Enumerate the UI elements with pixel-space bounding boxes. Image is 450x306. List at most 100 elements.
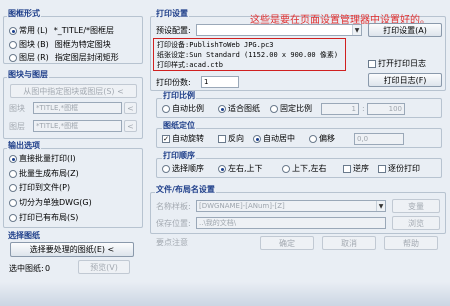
name-template-input[interactable]: [DWGNAME]-[ANum]-[Z] ▼: [196, 200, 386, 212]
radio-common[interactable]: 常用 (L) *_TITLE/*图框层: [9, 26, 114, 36]
offset-input[interactable]: 0,0: [354, 133, 404, 145]
plot-info-box: 打印设备:PublishToWeb JPG.pc3 纸张设定:Sun Stand…: [153, 38, 346, 71]
radio-common-value: *_TITLE/*图框层: [53, 26, 115, 35]
copies-input[interactable]: 1: [201, 76, 239, 88]
radio-tb-lr[interactable]: 上下,左右: [282, 164, 327, 174]
reverse-order-label: 逆序: [353, 164, 369, 173]
selected-drawings-label: 选中图纸:: [9, 264, 44, 273]
radio-tb-lr-dot[interactable]: [282, 165, 290, 173]
variables-button[interactable]: 变量: [392, 199, 440, 213]
reverse-order-checkbox-box[interactable]: [343, 165, 351, 173]
ok-button[interactable]: 确定: [260, 236, 314, 250]
select-group-title: 选择图纸: [8, 231, 40, 240]
preset-select[interactable]: ▼: [196, 24, 362, 36]
radio-offset-label: 偏移: [319, 134, 335, 143]
scale-right-input[interactable]: 100: [367, 103, 405, 115]
radio-split-dwg-dot[interactable]: [9, 199, 17, 207]
print-settings-button[interactable]: 打印设置(A): [368, 23, 442, 37]
batch-plot-dialog: 图框形式 常用 (L) *_TITLE/*图框层 图块 (B) 图框为特定图块 …: [0, 0, 450, 306]
radio-lr-tb-label: 左右,上下: [228, 164, 263, 173]
scale-left-value: 1: [351, 105, 356, 113]
open-log-checkbox-label: 打开打印日志: [378, 59, 426, 68]
radio-auto-scale[interactable]: 自动比例: [162, 104, 204, 114]
dialog-bottom-edge: [0, 282, 450, 306]
save-location-label: 保存位置:: [156, 219, 191, 228]
radio-common-dot[interactable]: [9, 27, 17, 35]
order-group-title: 打印顺序: [162, 151, 196, 161]
reverse-checkbox[interactable]: 反向: [218, 134, 244, 144]
offset-value: 0,0: [357, 135, 369, 143]
print-log-button[interactable]: 打印日志(F): [368, 73, 442, 87]
radio-layer-dot[interactable]: [9, 54, 17, 62]
block-pick-button[interactable]: <: [124, 102, 137, 114]
radio-layer-value: 指定图层封闭矩形: [54, 53, 119, 62]
radio-layer-key: (R): [37, 53, 49, 62]
radio-offset-dot[interactable]: [309, 135, 317, 143]
radio-block-value: 图框为特定图块: [54, 40, 111, 49]
block-name-input[interactable]: *TITLE,*图框: [33, 102, 122, 114]
radio-fit-paper[interactable]: 适合图纸: [218, 104, 260, 114]
radio-select-order-dot[interactable]: [162, 165, 170, 173]
auto-rotate-check-icon[interactable]: ✓: [162, 135, 170, 143]
radio-existing-layout[interactable]: 打印已有布局(S): [9, 213, 78, 223]
plot-style-line: 打印样式:acad.ctb: [157, 61, 223, 69]
radio-fit-paper-dot[interactable]: [218, 105, 226, 113]
layer-name-input[interactable]: *TITLE,*图框: [33, 120, 122, 132]
paper-order-checkbox-box[interactable]: [378, 165, 386, 173]
file-group-title: 文件/布局名设置: [155, 185, 216, 195]
layer-pick-button[interactable]: <: [124, 120, 137, 132]
radio-offset[interactable]: 偏移: [309, 134, 335, 144]
pick-from-drawing-button[interactable]: 从图中指定图块或图层(S) <: [10, 84, 137, 98]
paper-setting-line: 纸张设定:Sun Standard (1152.00 x 900.00 像素): [157, 51, 339, 59]
radio-auto-scale-label: 自动比例: [172, 104, 204, 113]
radio-auto-center[interactable]: 自动居中: [253, 134, 295, 144]
auto-rotate-checkbox[interactable]: ✓ 自动旋转: [162, 134, 204, 144]
layout-group-title: 图框形式: [7, 9, 41, 19]
preset-label: 预设配置:: [156, 26, 191, 35]
radio-existing-layout-dot[interactable]: [9, 214, 17, 222]
radio-block-dot[interactable]: [9, 41, 17, 49]
open-log-checkbox-box[interactable]: [368, 60, 376, 68]
auto-rotate-label: 自动旋转: [172, 134, 204, 143]
position-group-title: 图纸定位: [162, 121, 196, 131]
name-template-value: [DWGNAME]-[ANum]-[Z]: [199, 202, 285, 210]
output-group-title: 输出选项: [7, 141, 41, 151]
radio-batch-layout[interactable]: 批量生成布局(Z): [9, 169, 79, 179]
radio-auto-center-label: 自动居中: [263, 134, 295, 143]
open-log-checkbox[interactable]: 打开打印日志: [368, 59, 426, 69]
radio-auto-scale-dot[interactable]: [162, 105, 170, 113]
radio-fixed-scale[interactable]: 固定比例: [270, 104, 312, 114]
radio-layer[interactable]: 图层 (R) 指定图层封闭矩形: [9, 53, 119, 63]
scale-right-value: 100: [388, 105, 402, 113]
radio-block[interactable]: 图块 (B) 图框为特定图块: [9, 40, 111, 50]
selected-drawings-count: 0: [45, 264, 51, 273]
help-button[interactable]: 帮助: [384, 236, 438, 250]
radio-fixed-scale-label: 固定比例: [280, 104, 312, 113]
radio-print-to-file-label: 打印到文件(P): [19, 183, 71, 192]
scale-left-input[interactable]: 1: [321, 103, 359, 115]
radio-lr-tb-dot[interactable]: [218, 165, 226, 173]
radio-tb-lr-label: 上下,左右: [292, 164, 327, 173]
save-location-input[interactable]: ..\我的文档\: [196, 217, 386, 229]
radio-batch-layout-dot[interactable]: [9, 170, 17, 178]
radio-lr-tb[interactable]: 左右,上下: [218, 164, 263, 174]
radio-print-to-file[interactable]: 打印到文件(P): [9, 183, 70, 193]
radio-split-dwg[interactable]: 切分为单独DWG(G): [9, 198, 92, 208]
select-drawings-button[interactable]: 选择要处理的图纸(E) <: [10, 242, 134, 257]
radio-auto-center-dot[interactable]: [253, 135, 261, 143]
radio-direct-print-dot[interactable]: [9, 155, 17, 163]
cancel-button[interactable]: 取消: [322, 236, 376, 250]
radio-print-to-file-dot[interactable]: [9, 184, 17, 192]
paper-order-checkbox[interactable]: 逐份打印: [378, 164, 420, 174]
preview-button[interactable]: 预览(V): [78, 260, 130, 274]
radio-block-label: 图块: [19, 40, 35, 49]
block-name-value: *TITLE,*图框: [36, 104, 79, 112]
radio-direct-print[interactable]: 直接批量打印(I): [9, 154, 76, 164]
layer-name-value: *TITLE,*图框: [36, 122, 79, 130]
radio-existing-layout-label: 打印已有布局(S): [19, 213, 79, 222]
browse-button[interactable]: 浏览: [392, 216, 440, 230]
reverse-order-checkbox[interactable]: 逆序: [343, 164, 369, 174]
reverse-checkbox-box[interactable]: [218, 135, 226, 143]
radio-select-order[interactable]: 选择顺序: [162, 164, 204, 174]
radio-fixed-scale-dot[interactable]: [270, 105, 278, 113]
